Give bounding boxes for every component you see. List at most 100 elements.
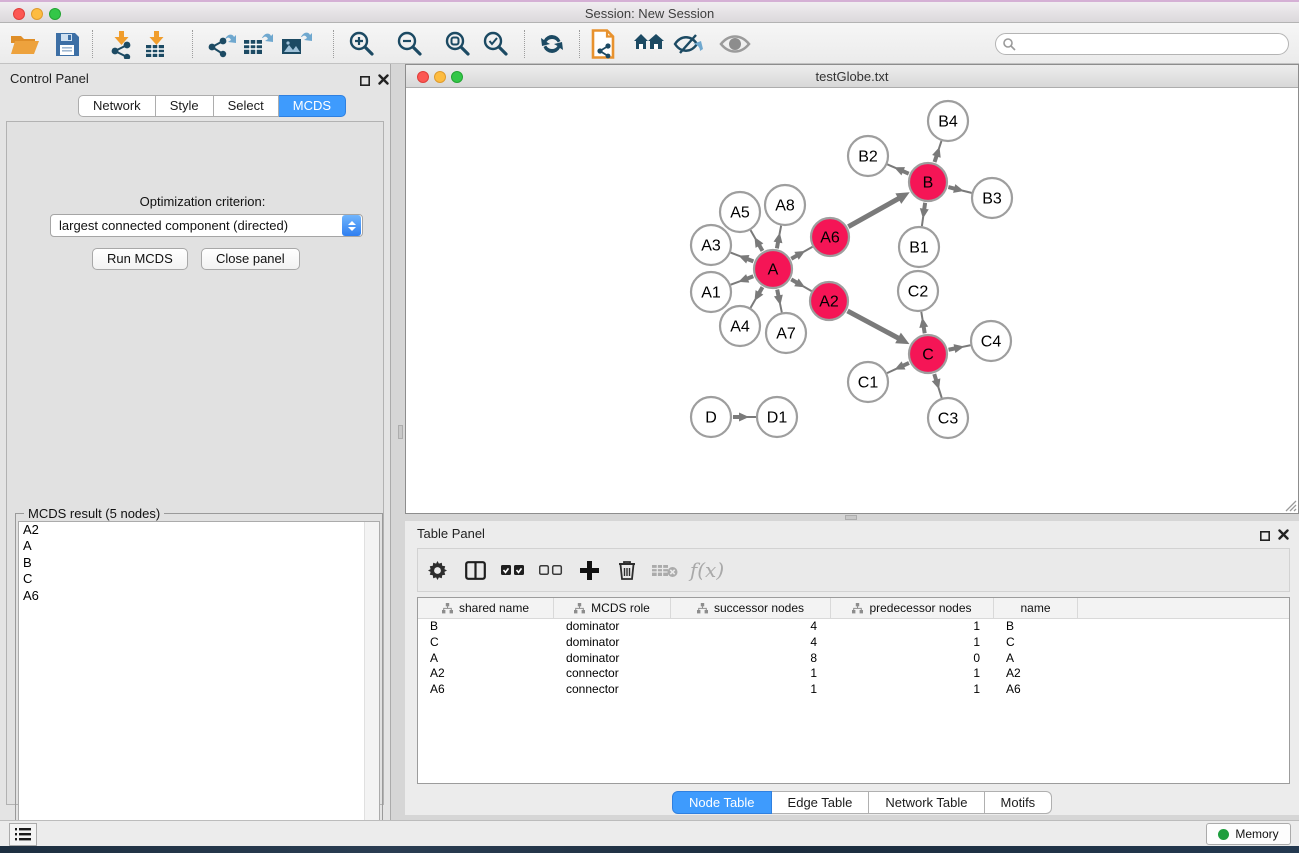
graph-edge-A2-C[interactable] xyxy=(848,311,900,339)
tab-node-table[interactable]: Node Table xyxy=(672,791,772,814)
graph-edge-A6-B[interactable] xyxy=(848,198,900,227)
cell-mcds-role[interactable]: dominator xyxy=(554,619,671,635)
window-resize-grip[interactable] xyxy=(1283,498,1297,512)
highlight-eye-icon[interactable] xyxy=(718,28,752,60)
vertical-splitter-handle[interactable] xyxy=(398,425,403,439)
network-snapshot-icon[interactable] xyxy=(587,28,621,60)
cell-successor-nodes[interactable]: 4 xyxy=(671,619,831,635)
list-icon xyxy=(15,828,31,841)
zoom-fit-icon[interactable] xyxy=(441,28,475,60)
export-network-icon[interactable] xyxy=(204,28,238,60)
zoom-in-icon[interactable] xyxy=(345,28,379,60)
graph-node-label-C1: C1 xyxy=(858,375,879,392)
cell-successor-nodes[interactable]: 1 xyxy=(671,666,831,682)
cell-mcds-role[interactable]: dominator xyxy=(554,651,671,667)
deselect-all-icon[interactable] xyxy=(532,552,570,588)
create-column-icon[interactable] xyxy=(570,552,608,588)
delete-columns-icon[interactable] xyxy=(608,552,646,588)
column-header-successor-nodes[interactable]: successor nodes xyxy=(671,598,831,618)
cell-successor-nodes[interactable]: 8 xyxy=(671,651,831,667)
export-image-icon[interactable] xyxy=(279,28,313,60)
mcds-result-item[interactable]: A6 xyxy=(19,588,379,604)
cell-shared-name[interactable]: A2 xyxy=(418,666,554,682)
column-header-mcds-role[interactable]: MCDS role xyxy=(554,598,671,618)
memory-button[interactable]: Memory xyxy=(1206,823,1291,845)
open-file-icon[interactable] xyxy=(8,28,42,60)
criterion-dropdown[interactable]: largest connected component (directed) xyxy=(50,214,363,237)
cell-successor-nodes[interactable]: 1 xyxy=(671,682,831,698)
table-float-panel-icon[interactable] xyxy=(1260,528,1270,546)
cell-predecessor-nodes[interactable]: 1 xyxy=(831,666,994,682)
close-panel-button[interactable]: Close panel xyxy=(201,248,300,270)
tab-select[interactable]: Select xyxy=(214,95,279,117)
horizontal-splitter-handle[interactable] xyxy=(845,515,857,520)
cell-successor-nodes[interactable]: 4 xyxy=(671,635,831,651)
cell-predecessor-nodes[interactable]: 1 xyxy=(831,682,994,698)
export-table-icon[interactable] xyxy=(241,28,275,60)
tab-motifs[interactable]: Motifs xyxy=(985,791,1053,814)
tab-network[interactable]: Network xyxy=(78,95,156,117)
tab-network-table[interactable]: Network Table xyxy=(869,791,984,814)
cell-mcds-role[interactable]: dominator xyxy=(554,635,671,651)
cell-shared-name[interactable]: A6 xyxy=(418,682,554,698)
cell-predecessor-nodes[interactable]: 0 xyxy=(831,651,994,667)
import-table-icon[interactable] xyxy=(139,28,173,60)
table-row[interactable]: Cdominator41C xyxy=(418,635,1289,651)
cell-name[interactable]: A6 xyxy=(994,682,1078,698)
network-view-window: testGlobe.txt AA1A2A3A4A5A6A7A8BB1B2B3B4… xyxy=(405,64,1299,514)
table-row[interactable]: Bdominator41B xyxy=(418,619,1289,635)
column-header-name[interactable]: name xyxy=(994,598,1078,618)
tab-mcds[interactable]: MCDS xyxy=(279,95,346,117)
tab-edge-table[interactable]: Edge Table xyxy=(772,791,870,814)
cell-name[interactable]: C xyxy=(994,635,1078,651)
column-header-predecessor-nodes[interactable]: predecessor nodes xyxy=(831,598,994,618)
column-header-shared-name[interactable]: shared name xyxy=(418,598,554,618)
cell-name[interactable]: B xyxy=(994,619,1078,635)
cell-name[interactable]: A xyxy=(994,651,1078,667)
mcds-result-item[interactable]: A2 xyxy=(19,522,379,538)
tab-style[interactable]: Style xyxy=(156,95,214,117)
table-row[interactable]: A6connector11A6 xyxy=(418,682,1289,698)
import-network-icon[interactable] xyxy=(104,28,138,60)
table-close-panel-icon[interactable] xyxy=(1278,527,1289,545)
application-window: Session: New Session xyxy=(0,0,1299,853)
graph-edge-B-B4-arrow xyxy=(932,147,941,158)
table-options-icon[interactable] xyxy=(418,552,456,588)
float-panel-icon[interactable] xyxy=(360,73,370,91)
table-row[interactable]: Adominator80A xyxy=(418,651,1289,667)
cell-name[interactable]: A2 xyxy=(994,666,1078,682)
select-all-icon[interactable] xyxy=(494,552,532,588)
run-mcds-button[interactable]: Run MCDS xyxy=(92,248,188,270)
delete-table-icon[interactable] xyxy=(646,552,684,588)
apply-layout-icon[interactable] xyxy=(535,28,569,60)
zoom-selected-icon[interactable] xyxy=(479,28,513,60)
mcds-result-item[interactable]: C xyxy=(19,571,379,587)
cell-shared-name[interactable]: C xyxy=(418,635,554,651)
search-field[interactable] xyxy=(995,33,1289,55)
show-columns-icon[interactable] xyxy=(456,552,494,588)
search-input[interactable] xyxy=(1016,37,1288,51)
cell-shared-name[interactable]: A xyxy=(418,651,554,667)
function-builder-icon[interactable]: f(x) xyxy=(684,552,730,588)
mcds-tab-content: Optimization criterion: largest connecte… xyxy=(6,121,384,805)
home-icon[interactable] xyxy=(632,28,666,60)
save-session-icon[interactable] xyxy=(50,28,84,60)
graph-node-label-A7: A7 xyxy=(776,326,796,343)
mcds-result-item[interactable]: B xyxy=(19,555,379,571)
network-canvas[interactable]: AA1A2A3A4A5A6A7A8BB1B2B3B4CC1C2C3C4DD1 xyxy=(406,88,1298,513)
result-list-scrollbar[interactable] xyxy=(364,522,379,853)
network-window-titlebar[interactable]: testGlobe.txt xyxy=(406,65,1298,88)
zoom-out-icon[interactable] xyxy=(393,28,427,60)
graph-edge-C-C4-arrow xyxy=(954,344,965,353)
mcds-result-item[interactable]: A xyxy=(19,538,379,554)
task-history-button[interactable] xyxy=(9,823,37,846)
cell-mcds-role[interactable]: connector xyxy=(554,666,671,682)
mcds-result-title: MCDS result (5 nodes) xyxy=(24,506,164,521)
cell-predecessor-nodes[interactable]: 1 xyxy=(831,619,994,635)
cell-shared-name[interactable]: B xyxy=(418,619,554,635)
show-graphics-details-icon[interactable] xyxy=(671,28,705,60)
cell-mcds-role[interactable]: connector xyxy=(554,682,671,698)
table-row[interactable]: A2connector11A2 xyxy=(418,666,1289,682)
close-panel-icon[interactable] xyxy=(378,72,389,90)
cell-predecessor-nodes[interactable]: 1 xyxy=(831,635,994,651)
